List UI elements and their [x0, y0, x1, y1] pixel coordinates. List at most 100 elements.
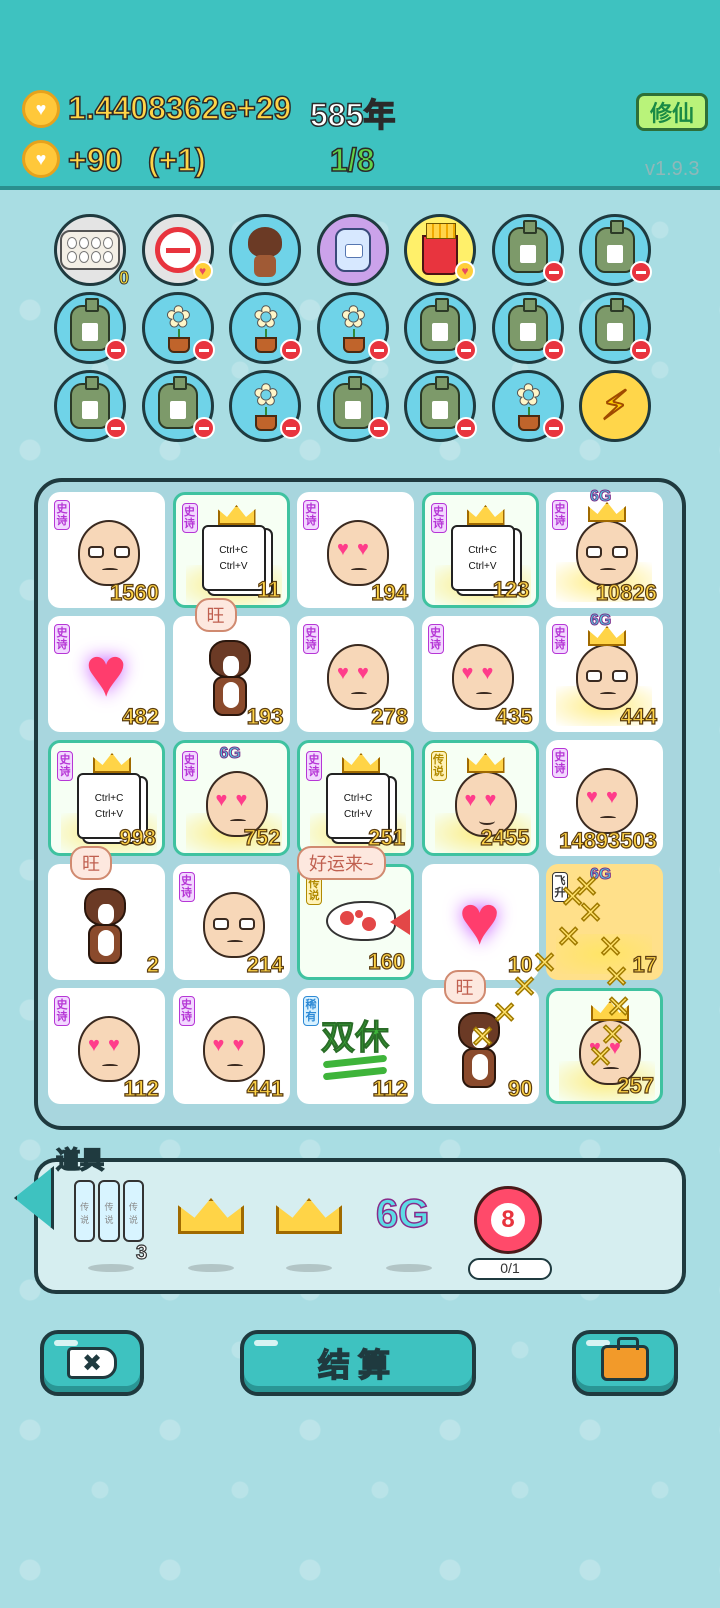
- board-cell[interactable]: ♥ ♥ 6G 史诗 752: [172, 740, 290, 856]
- board-cell[interactable]: 6G 史诗 444: [546, 612, 663, 732]
- flower-pot: [342, 337, 365, 353]
- board-cell[interactable]: ♥ ♥ 史诗 435: [421, 616, 539, 732]
- eye: ♥: [586, 786, 598, 808]
- cell-value: 160: [368, 948, 406, 974]
- cell-value: 435: [495, 703, 533, 729]
- mouth: [102, 568, 118, 572]
- lightning-icon: ⚡: [600, 383, 630, 429]
- doc-line: Ctrl+V: [219, 561, 248, 572]
- cell-value: 17: [632, 951, 658, 977]
- eye: ♥: [212, 1034, 225, 1056]
- board-cell[interactable]: Ctrl+C Ctrl+V 史诗 251: [297, 740, 414, 856]
- inventory-slot[interactable]: ✿: [491, 370, 565, 442]
- board-cell[interactable]: ♥ ♥ 史诗 194: [297, 492, 414, 608]
- board-cell[interactable]: ♥ ♥ 史诗 441: [172, 988, 290, 1104]
- remove-badge[interactable]: [367, 339, 390, 361]
- stage-progress: 1/8: [329, 141, 375, 179]
- cell-value: 482: [122, 703, 160, 729]
- tool-legend-cards[interactable]: 传说 传说 传说: [74, 1176, 148, 1246]
- bag-button[interactable]: [572, 1330, 678, 1396]
- inventory-slot[interactable]: [491, 214, 565, 286]
- xiuxian-button[interactable]: 修仙: [636, 93, 708, 131]
- settle-button[interactable]: 结算: [240, 1330, 476, 1396]
- board-cell[interactable]: 史诗 214: [172, 864, 290, 980]
- remove-badge[interactable]: [542, 339, 565, 361]
- bag-icon: [70, 376, 110, 429]
- inventory-slot[interactable]: [316, 214, 389, 286]
- target-icon: 8: [487, 1199, 529, 1241]
- inventory-slot[interactable]: [54, 292, 127, 364]
- inventory-slot[interactable]: ⚡: [579, 370, 651, 442]
- egg-tray-icon: [60, 230, 120, 270]
- inventory-slot[interactable]: [229, 214, 301, 286]
- inventory-slot[interactable]: [491, 292, 565, 364]
- inventory-slot[interactable]: [579, 214, 652, 286]
- egg: [91, 251, 101, 263]
- board-cell[interactable]: ♥ 史诗 482: [48, 616, 165, 732]
- remove-badge[interactable]: [455, 417, 477, 439]
- remove-badge[interactable]: [630, 261, 652, 283]
- dog-body: [212, 676, 247, 716]
- tool-6g[interactable]: 6G: [372, 1182, 446, 1252]
- inventory-slot[interactable]: ✿: [229, 370, 302, 442]
- remove-badge[interactable]: [367, 417, 390, 439]
- rarity-tag: 史诗: [54, 996, 70, 1026]
- remove-badge[interactable]: [105, 339, 127, 361]
- board-cell[interactable]: 史诗 1560: [48, 492, 165, 608]
- board-cell[interactable]: ♥ ♥ 传说 2455: [421, 740, 539, 856]
- inventory-slot[interactable]: [141, 370, 215, 442]
- inventory-slot[interactable]: ✿: [229, 292, 302, 364]
- board-cell[interactable]: ♥ ♥ 史诗 112: [48, 988, 165, 1104]
- remove-badge[interactable]: [280, 339, 302, 361]
- board-cell[interactable]: Ctrl+C Ctrl+V 史诗 123: [421, 492, 539, 608]
- remove-badge[interactable]: [192, 339, 215, 361]
- inventory-slot[interactable]: ✿: [141, 292, 215, 364]
- cell-value: 998: [119, 824, 157, 850]
- cell-value: 441: [246, 1075, 284, 1101]
- rarity-tag: 稀有: [303, 996, 319, 1026]
- target-progress: 0/1: [468, 1258, 552, 1280]
- remove-badge[interactable]: [455, 339, 477, 361]
- board-cell[interactable]: 2: [48, 864, 165, 980]
- board-cell[interactable]: ♥ ♥ 史诗 278: [297, 616, 414, 732]
- board-cell[interactable]: Ctrl+C Ctrl+V 史诗 998: [48, 740, 165, 856]
- rarity-tag: 史诗: [306, 751, 322, 781]
- egg: [103, 251, 113, 263]
- target-tool[interactable]: 8: [474, 1186, 542, 1254]
- remove-badge[interactable]: [105, 417, 127, 439]
- speech-bubble: 旺: [194, 598, 237, 632]
- inventory-slot[interactable]: 0: [54, 214, 130, 289]
- board-cell[interactable]: ♥ ♥ 史诗 14893503: [546, 740, 663, 856]
- mouth: [475, 692, 492, 696]
- board-cell[interactable]: 双休 稀有 112: [297, 988, 414, 1104]
- inventory-slot[interactable]: [54, 370, 127, 442]
- bag-icon: [595, 220, 635, 273]
- board-cell[interactable]: 193: [172, 616, 290, 732]
- cell-value: 214: [246, 951, 284, 977]
- inventory-slot[interactable]: ♥: [141, 214, 214, 286]
- remove-badge[interactable]: [192, 417, 215, 439]
- eye: ♥: [88, 1034, 100, 1056]
- board-cell[interactable]: 6G 史诗 10826: [546, 488, 663, 608]
- board-cell[interactable]: ♥ 10: [421, 864, 539, 980]
- close-button[interactable]: ✖: [40, 1330, 144, 1396]
- remove-badge[interactable]: [542, 417, 565, 439]
- egg: [79, 237, 89, 249]
- inventory-slot[interactable]: ♥: [404, 214, 476, 286]
- remove-badge[interactable]: [630, 339, 652, 361]
- inventory-slot[interactable]: [316, 370, 390, 442]
- inventory-slot[interactable]: ✿: [316, 292, 390, 364]
- tool-crown[interactable]: [272, 1182, 346, 1252]
- board-cell[interactable]: Ctrl+C Ctrl+V 史诗 11: [172, 492, 290, 608]
- inventory-slot[interactable]: [404, 370, 477, 442]
- remove-badge[interactable]: [280, 417, 302, 439]
- inventory-slot[interactable]: [404, 292, 477, 364]
- board-cell[interactable]: 传说 160: [297, 864, 414, 980]
- coin-icon: ♥: [22, 90, 60, 128]
- inventory-slot[interactable]: [579, 292, 652, 364]
- tool-crown[interactable]: [174, 1182, 248, 1252]
- remove-badge[interactable]: [542, 261, 565, 283]
- heart-icon: ♥: [458, 881, 501, 959]
- tool-shadow: [88, 1264, 134, 1272]
- eye: ♥: [357, 538, 369, 560]
